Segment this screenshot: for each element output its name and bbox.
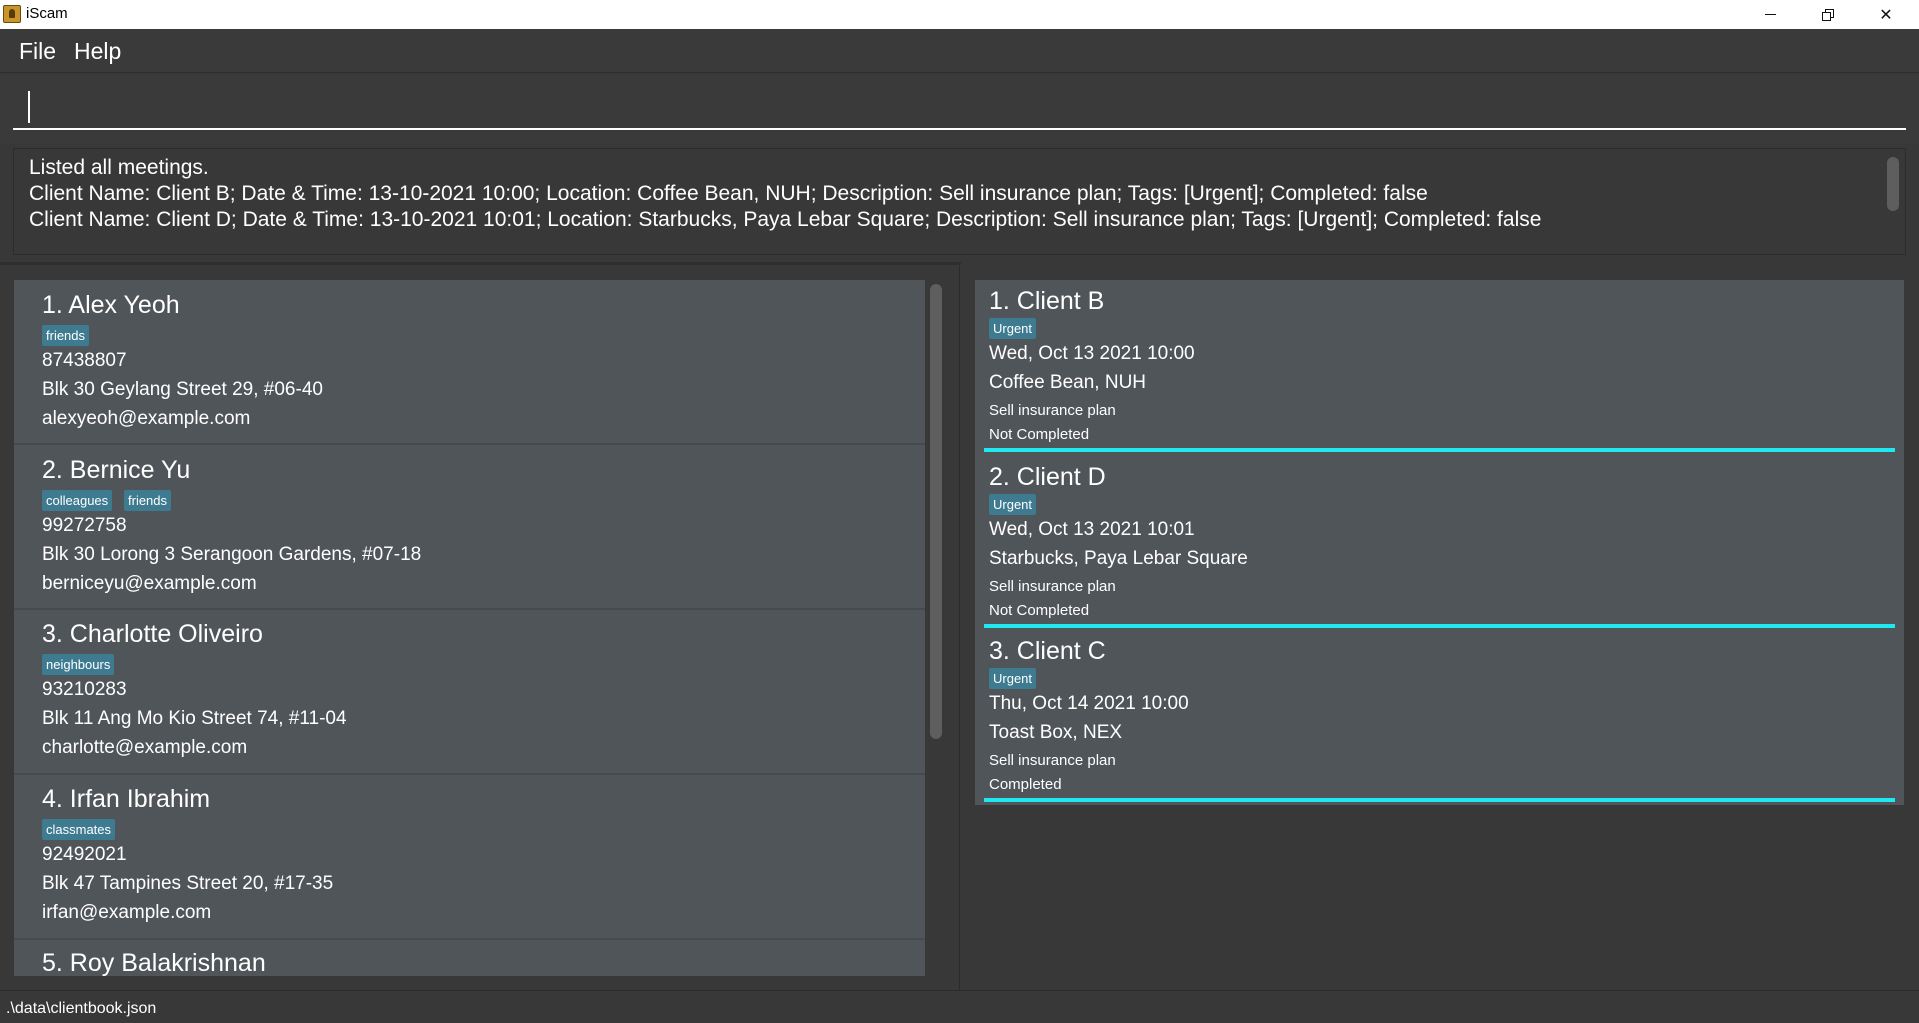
tag-badge: friends: [124, 490, 172, 511]
tag-badge: friends: [42, 325, 90, 346]
command-input[interactable]: [13, 82, 1906, 130]
result-scrollbar[interactable]: [1887, 157, 1899, 211]
meeting-card[interactable]: 1. Client B Urgent Wed, Oct 13 2021 10:0…: [975, 280, 1904, 455]
result-line: Client Name: Client D; Date & Time: 13-1…: [29, 208, 1542, 231]
person-list-scrollbar[interactable]: [930, 284, 942, 739]
meeting-list[interactable]: 1. Client B Urgent Wed, Oct 13 2021 10:0…: [975, 280, 1904, 805]
result-box[interactable]: Listed all meetings. Client Name: Client…: [13, 148, 1906, 255]
meeting-status: Not Completed: [989, 426, 1090, 443]
restore-button[interactable]: [1799, 0, 1857, 29]
meeting-description: Sell insurance plan: [989, 578, 1116, 595]
meeting-accent-line: [984, 448, 1895, 452]
person-address: Blk 47 Tampines Street 20, #17-35: [42, 873, 334, 894]
meeting-tags: Urgent: [989, 668, 1289, 689]
person-card[interactable]: 2. Bernice Yu colleagues friends 9927275…: [14, 445, 925, 610]
restore-icon: [1822, 8, 1834, 21]
person-phone: 93210283: [42, 679, 127, 700]
person-tags: neighbours: [42, 654, 642, 675]
meeting-status: Completed: [989, 776, 1062, 793]
meeting-datetime: Wed, Oct 13 2021 10:01: [989, 519, 1195, 540]
result-line: Client Name: Client B; Date & Time: 13-1…: [29, 182, 1428, 205]
command-box: [0, 74, 1919, 144]
close-icon: ✕: [1879, 5, 1893, 24]
minimize-button[interactable]: [1741, 0, 1799, 29]
person-card[interactable]: 3. Charlotte Oliveiro neighbours 9321028…: [14, 610, 925, 775]
meeting-status: Not Completed: [989, 602, 1090, 619]
person-name: 5. Roy Balakrishnan: [42, 949, 266, 976]
person-name: 2. Bernice Yu: [42, 456, 191, 484]
result-display: Listed all meetings. Client Name: Client…: [0, 144, 1919, 262]
meeting-list-panel: 1. Client B Urgent Wed, Oct 13 2021 10:0…: [961, 262, 1919, 990]
meeting-datetime: Thu, Oct 14 2021 10:00: [989, 693, 1189, 714]
person-name: 1. Alex Yeoh: [42, 291, 180, 319]
menu-help[interactable]: Help: [74, 38, 121, 65]
tag-badge: colleagues: [42, 490, 113, 511]
meeting-location: Toast Box, NEX: [989, 722, 1123, 743]
tag-badge: Urgent: [989, 494, 1037, 515]
person-phone: 99272758: [42, 515, 127, 536]
person-email: irfan@example.com: [42, 902, 212, 923]
person-card[interactable]: 5. Roy Balakrishnan: [14, 940, 925, 976]
tag-badge: Urgent: [989, 318, 1037, 339]
tag-badge: Urgent: [989, 668, 1037, 689]
meeting-client-name: 3. Client C: [989, 637, 1106, 665]
person-name: 3. Charlotte Oliveiro: [42, 620, 263, 648]
person-phone: 87438807: [42, 350, 127, 371]
person-phone: 92492021: [42, 844, 127, 865]
person-card[interactable]: 1. Alex Yeoh friends 87438807 Blk 30 Gey…: [14, 280, 925, 445]
meeting-tags: Urgent: [989, 494, 1289, 515]
app-logo-icon: [3, 5, 21, 23]
person-email: berniceyu@example.com: [42, 573, 257, 594]
person-list[interactable]: 1. Alex Yeoh friends 87438807 Blk 30 Gey…: [14, 280, 925, 976]
meeting-location: Coffee Bean, NUH: [989, 372, 1147, 393]
person-tags: colleagues friends: [42, 490, 642, 511]
meeting-client-name: 2. Client D: [989, 463, 1106, 491]
person-address: Blk 11 Ang Mo Kio Street 74, #11-04: [42, 708, 347, 729]
meeting-description: Sell insurance plan: [989, 752, 1116, 769]
data-file-path: .\data\clientbook.json: [6, 1000, 157, 1017]
person-tags: friends: [42, 325, 642, 346]
minimize-icon: [1764, 14, 1776, 15]
meeting-description: Sell insurance plan: [989, 402, 1116, 419]
window-titlebar: iScam ✕: [0, 0, 1919, 29]
meeting-card[interactable]: 2. Client D Urgent Wed, Oct 13 2021 10:0…: [975, 455, 1904, 630]
menu-bar: File Help: [0, 29, 1919, 73]
person-list-panel: 1. Alex Yeoh friends 87438807 Blk 30 Gey…: [0, 262, 960, 990]
person-address: Blk 30 Geylang Street 29, #06-40: [42, 379, 323, 400]
result-line: Listed all meetings.: [29, 156, 209, 179]
status-bar: .\data\clientbook.json: [0, 990, 1919, 1023]
person-name: 4. Irfan Ibrahim: [42, 785, 211, 813]
meeting-client-name: 1. Client B: [989, 287, 1105, 315]
person-address: Blk 30 Lorong 3 Serangoon Gardens, #07-1…: [42, 544, 422, 565]
person-email: charlotte@example.com: [42, 737, 248, 758]
meeting-location: Starbucks, Paya Lebar Square: [989, 548, 1248, 569]
meeting-accent-line: [984, 624, 1895, 628]
meeting-datetime: Wed, Oct 13 2021 10:00: [989, 343, 1195, 364]
person-tags: classmates: [42, 819, 642, 840]
meeting-accent-line: [984, 798, 1895, 802]
tag-badge: neighbours: [42, 654, 115, 675]
tag-badge: classmates: [42, 819, 116, 840]
meeting-tags: Urgent: [989, 318, 1289, 339]
window-title: iScam: [26, 5, 68, 22]
meeting-card[interactable]: 3. Client C Urgent Thu, Oct 14 2021 10:0…: [975, 630, 1904, 805]
text-caret: [28, 91, 30, 123]
menu-file[interactable]: File: [19, 38, 56, 65]
person-email: alexyeoh@example.com: [42, 408, 251, 429]
person-card[interactable]: 4. Irfan Ibrahim classmates 92492021 Blk…: [14, 775, 925, 940]
close-button[interactable]: ✕: [1857, 0, 1915, 29]
